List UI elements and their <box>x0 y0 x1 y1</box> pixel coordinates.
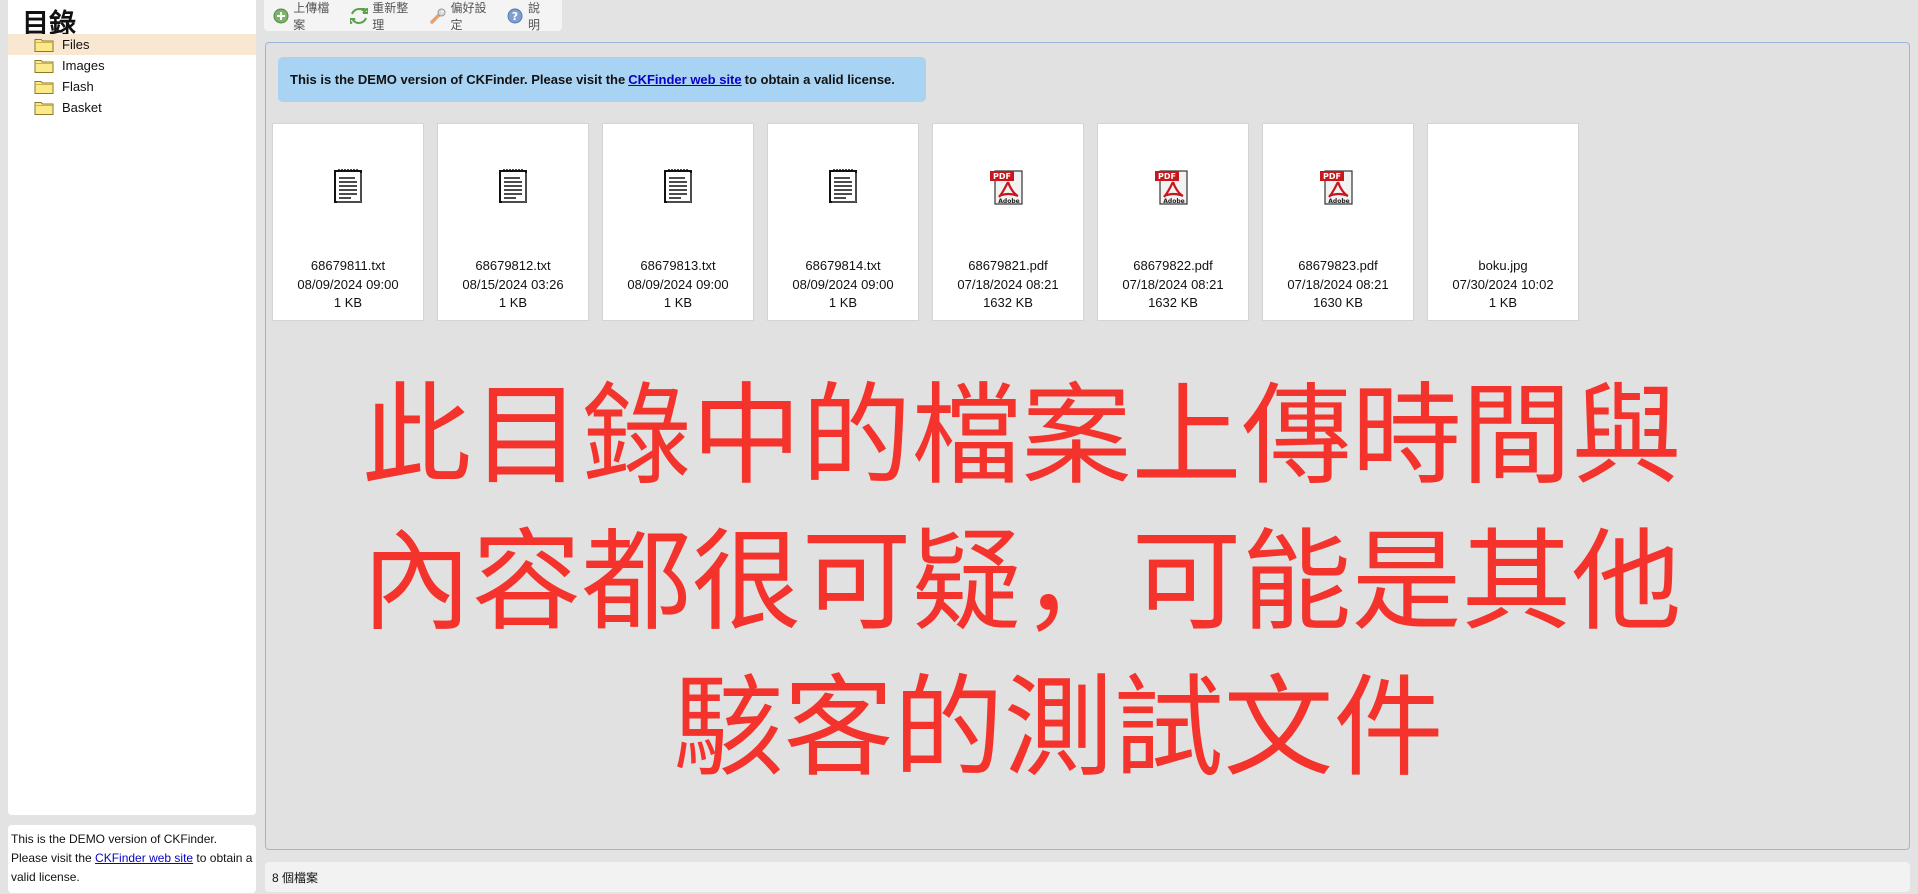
svg-text:PDF: PDF <box>1158 172 1176 181</box>
svg-text:?: ? <box>512 10 518 23</box>
toolbar: 上傳檔案 重新整理 偏好設定 ? 說明 <box>264 0 562 33</box>
folder-label: Basket <box>62 100 102 115</box>
folder-icon <box>34 37 54 52</box>
file-size: 1632 KB <box>1148 295 1198 310</box>
folder-tree: Files Images Flash Basket <box>8 34 256 118</box>
pdf-file-icon: PDF Adobe <box>1263 168 1413 214</box>
image-thumbnail <box>1428 168 1578 214</box>
folder-item-files[interactable]: Files <box>8 34 256 55</box>
upload-plus-icon <box>272 7 289 25</box>
svg-text:Adobe: Adobe <box>1163 198 1184 205</box>
files-pane: This is the DEMO version of CKFinder. Pl… <box>265 42 1910 850</box>
svg-text:Adobe: Adobe <box>1328 198 1349 205</box>
help-label: 說明 <box>528 0 541 32</box>
banner-ckfinder-link[interactable]: CKFinder web site <box>628 72 741 87</box>
file-size: 1 KB <box>498 295 528 310</box>
pdf-file-icon: PDF Adobe <box>933 168 1083 214</box>
refresh-button[interactable]: 重新整理 <box>350 0 417 33</box>
file-date: 07/30/2024 10:02 <box>1452 277 1554 292</box>
text-file-icon <box>438 168 588 214</box>
file-date: 08/15/2024 03:26 <box>462 277 564 292</box>
text-file-icon <box>603 168 753 214</box>
refresh-arrows-icon <box>350 7 369 25</box>
file-date: 08/09/2024 09:00 <box>792 277 894 292</box>
wrench-icon <box>429 7 447 25</box>
folder-item-basket[interactable]: Basket <box>8 97 256 118</box>
file-tile[interactable]: PDF Adobe 68679823.pdf 07/18/2024 08:21 1630… <box>1262 123 1414 321</box>
file-size: 1 KB <box>663 295 693 310</box>
folder-item-images[interactable]: Images <box>8 55 256 76</box>
banner-text-pre: This is the DEMO version of CKFinder. Pl… <box>290 72 626 87</box>
file-size: 1630 KB <box>1313 295 1363 310</box>
file-tile[interactable]: 68679814.txt 08/09/2024 09:00 1 KB <box>767 123 919 321</box>
folder-icon <box>34 58 54 73</box>
banner-text-post: to obtain a valid license. <box>744 72 895 87</box>
demo-banner: This is the DEMO version of CKFinder. Pl… <box>278 57 926 102</box>
folder-item-flash[interactable]: Flash <box>8 76 256 97</box>
file-tile[interactable]: 68679812.txt 08/15/2024 03:26 1 KB <box>437 123 589 321</box>
file-tile[interactable]: PDF Adobe 68679821.pdf 07/18/2024 08:21 1632… <box>932 123 1084 321</box>
folder-icon <box>34 100 54 115</box>
file-name: boku.jpg <box>1478 258 1528 273</box>
folder-label: Images <box>62 58 105 73</box>
file-tile[interactable]: PDF Adobe 68679822.pdf 07/18/2024 08:21 1632… <box>1097 123 1249 321</box>
svg-text:Adobe: Adobe <box>998 198 1019 205</box>
file-name: 68679813.txt <box>640 258 716 273</box>
folder-label: Flash <box>62 79 94 94</box>
file-count: 8 個檔案 <box>272 870 319 885</box>
file-name: 68679822.pdf <box>1133 258 1213 273</box>
file-name: 68679812.txt <box>475 258 551 273</box>
file-name: 68679823.pdf <box>1298 258 1378 273</box>
file-size: 1 KB <box>828 295 858 310</box>
file-grid: 68679811.txt 08/09/2024 09:00 1 KB 68679812… <box>272 123 1592 321</box>
file-date: 07/18/2024 08:21 <box>1287 277 1389 292</box>
file-tile[interactable]: 68679813.txt 08/09/2024 09:00 1 KB <box>602 123 754 321</box>
file-date: 07/18/2024 08:21 <box>957 277 1059 292</box>
text-file-icon <box>273 168 423 214</box>
file-size: 1 KB <box>1488 295 1518 310</box>
help-question-icon: ? <box>507 7 524 25</box>
file-size: 1 KB <box>333 295 363 310</box>
refresh-label: 重新整理 <box>372 0 409 32</box>
help-button[interactable]: ? 說明 <box>507 0 551 33</box>
folder-panel: 目錄 Files Images Flash Basket <box>8 0 256 815</box>
overlay-annotation: 此目錄中的檔案上傳時間與 內容都很可疑，可能是其他 駭客的測試文件 <box>266 363 1911 801</box>
file-tile[interactable]: boku.jpg 07/30/2024 10:02 1 KB <box>1427 123 1579 321</box>
overlay-line-3: 駭客的測試文件 <box>673 664 1444 792</box>
file-name: 68679811.txt <box>310 258 386 273</box>
file-size: 1632 KB <box>983 295 1033 310</box>
text-file-icon <box>768 168 918 214</box>
upload-label: 上傳檔案 <box>293 0 330 32</box>
settings-button[interactable]: 偏好設定 <box>429 0 496 33</box>
file-name: 68679814.txt <box>805 258 881 273</box>
file-date: 08/09/2024 09:00 <box>627 277 729 292</box>
file-date: 08/09/2024 09:00 <box>297 277 399 292</box>
svg-text:PDF: PDF <box>1323 172 1341 181</box>
file-date: 07/18/2024 08:21 <box>1122 277 1224 292</box>
ckfinder-site-link[interactable]: CKFinder web site <box>95 851 193 865</box>
settings-label: 偏好設定 <box>450 0 487 32</box>
overlay-line-2: 內容都很可疑，可能是其他 <box>361 518 1682 646</box>
status-bar: 8 個檔案 <box>265 862 1910 892</box>
pdf-file-icon: PDF Adobe <box>1098 168 1248 214</box>
svg-text:PDF: PDF <box>993 172 1011 181</box>
folder-icon <box>34 79 54 94</box>
file-tile[interactable]: 68679811.txt 08/09/2024 09:00 1 KB <box>272 123 424 321</box>
file-name: 68679821.pdf <box>968 258 1048 273</box>
upload-button[interactable]: 上傳檔案 <box>272 0 339 33</box>
overlay-line-1: 此目錄中的檔案上傳時間與 <box>361 372 1682 500</box>
license-notice: This is the DEMO version of CKFinder. Pl… <box>8 825 256 893</box>
folder-label: Files <box>62 37 90 52</box>
